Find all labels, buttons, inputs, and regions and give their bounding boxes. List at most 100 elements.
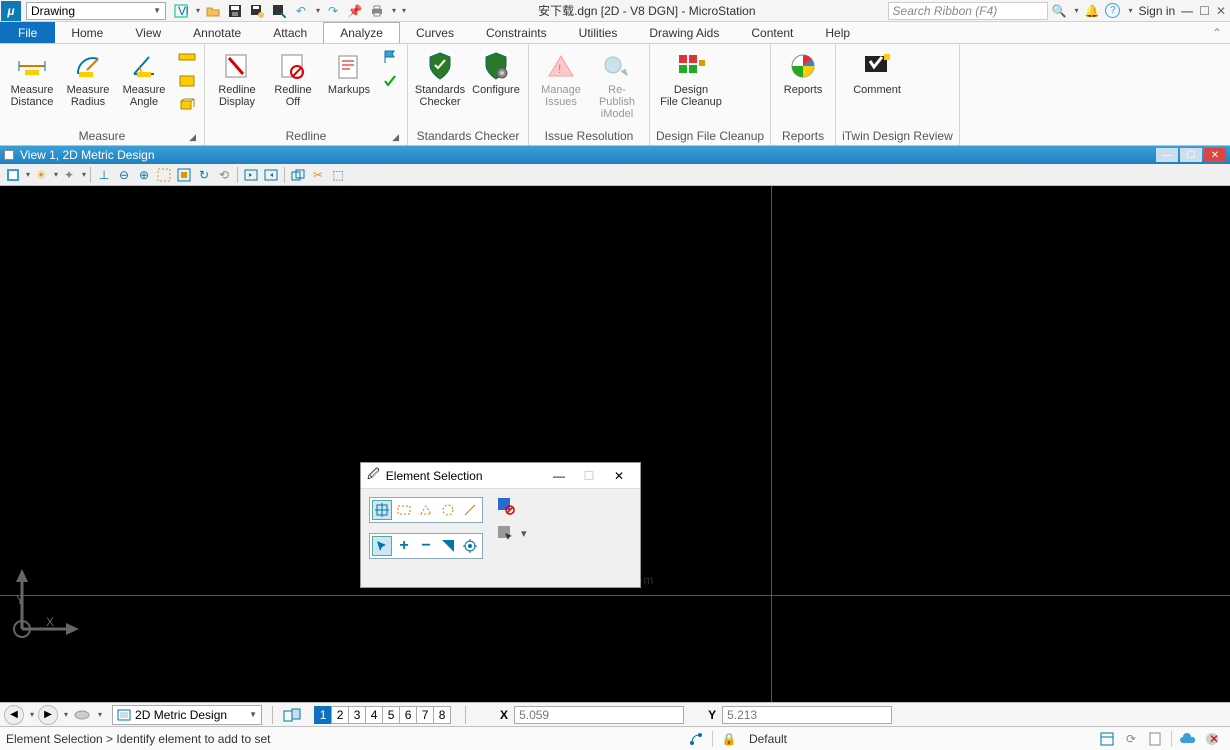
configure-button[interactable]: Configure: [470, 46, 522, 98]
snap-mode-icon[interactable]: [686, 730, 706, 748]
menu-attach[interactable]: Attach: [257, 22, 323, 43]
open-folder-icon[interactable]: [204, 2, 222, 20]
view-5-button[interactable]: 5: [382, 706, 400, 724]
nav-disk-drop[interactable]: ▾: [98, 710, 102, 719]
view-7-button[interactable]: 7: [416, 706, 434, 724]
dialog-maximize-button[interactable]: ☐: [574, 464, 604, 488]
circle-select-icon[interactable]: [438, 500, 458, 520]
menu-view[interactable]: View: [119, 22, 177, 43]
nav-forward-button[interactable]: ▶: [38, 705, 58, 725]
view-attributes-icon[interactable]: [4, 166, 22, 184]
redline-display-button[interactable]: RedlineDisplay: [211, 46, 263, 110]
menu-help[interactable]: Help: [809, 22, 866, 43]
view-4-button[interactable]: 4: [365, 706, 383, 724]
view-2-button[interactable]: 2: [331, 706, 349, 724]
select-all-icon[interactable]: [460, 536, 480, 556]
view-6-button[interactable]: 6: [399, 706, 417, 724]
redline-off-button[interactable]: RedlineOff: [267, 46, 319, 110]
fit-view-icon[interactable]: [175, 166, 193, 184]
menu-home[interactable]: Home: [55, 22, 119, 43]
qat-drop1[interactable]: ▾: [196, 6, 200, 15]
nav-disk-icon[interactable]: [72, 705, 92, 725]
drawing-canvas[interactable]: YX 安下载anxz.com 🖉 Element Selection — ☐ ✕: [0, 186, 1230, 702]
sb-no-connection-icon[interactable]: ✕: [1202, 730, 1222, 748]
block-select-icon[interactable]: [394, 500, 414, 520]
sb-tasks-icon[interactable]: [1097, 730, 1117, 748]
measure-area-icon[interactable]: [176, 70, 198, 92]
save-icon[interactable]: [226, 2, 244, 20]
pin-icon[interactable]: 📌: [346, 2, 364, 20]
dialog-minimize-button[interactable]: —: [544, 464, 574, 488]
arrow-up-icon[interactable]: ⊥: [95, 166, 113, 184]
measure-volume-icon[interactable]: [176, 94, 198, 116]
signin-link[interactable]: Sign in: [1138, 4, 1175, 18]
markups-button[interactable]: Markups: [323, 46, 375, 98]
clip-volume-icon[interactable]: ✂: [309, 166, 327, 184]
help-icon[interactable]: ?: [1105, 3, 1120, 18]
close-button[interactable]: ✕: [1216, 4, 1226, 18]
search-drop[interactable]: ▾: [1074, 6, 1078, 15]
ribbon-collapse-button[interactable]: ⌃: [1204, 22, 1230, 43]
va-drop[interactable]: ▾: [26, 170, 30, 179]
nav-back-button[interactable]: ◀: [4, 705, 24, 725]
pan-icon[interactable]: ⟲: [215, 166, 233, 184]
redo-icon[interactable]: ↷: [324, 2, 342, 20]
sb-cloud-icon[interactable]: [1178, 730, 1198, 748]
disable-handles-icon[interactable]: [497, 497, 527, 515]
measure-radius-button[interactable]: MeasureRadius: [62, 46, 114, 110]
save-settings-icon[interactable]: [248, 2, 266, 20]
measure-launcher[interactable]: ◢: [189, 132, 196, 143]
y-coord-input[interactable]: [722, 706, 892, 724]
bell-icon[interactable]: 🔔: [1085, 4, 1100, 18]
zoom-in-icon[interactable]: ⊕: [135, 166, 153, 184]
redline-launcher[interactable]: ◢: [392, 132, 399, 143]
x-coord-input[interactable]: [514, 706, 684, 724]
qat-grid-icon[interactable]: V8: [172, 2, 190, 20]
select-handles-icon[interactable]: [497, 525, 513, 541]
search-ribbon-input[interactable]: Search Ribbon (F4): [888, 2, 1048, 20]
view-maximize-button[interactable]: ☐: [1180, 148, 1202, 162]
level-name[interactable]: Default: [749, 732, 787, 746]
help-drop[interactable]: ▾: [1128, 6, 1132, 15]
rotate-view-icon[interactable]: ↻: [195, 166, 213, 184]
design-file-cleanup-button[interactable]: DesignFile Cleanup: [656, 46, 726, 110]
window-area-icon[interactable]: [155, 166, 173, 184]
maximize-button[interactable]: ☐: [1199, 4, 1210, 18]
menu-constraints[interactable]: Constraints: [470, 22, 563, 43]
ab-drop[interactable]: ▾: [82, 170, 86, 179]
subtract-selection-icon[interactable]: −: [416, 536, 436, 556]
menu-annotate[interactable]: Annotate: [177, 22, 257, 43]
manage-issues-button[interactable]: !ManageIssues: [535, 46, 587, 110]
minimize-button[interactable]: —: [1181, 4, 1193, 18]
view-previous-icon[interactable]: [242, 166, 260, 184]
nav-fwd-drop[interactable]: ▾: [64, 710, 68, 719]
flag-icon[interactable]: [379, 46, 401, 68]
zoom-out-icon[interactable]: ⊖: [115, 166, 133, 184]
view-close-button[interactable]: ✕: [1204, 148, 1226, 162]
checkmark-icon[interactable]: [379, 70, 401, 92]
measure-length-icon[interactable]: [176, 46, 198, 68]
sb-running-icon[interactable]: ⟳: [1121, 730, 1141, 748]
clip-mask-icon[interactable]: ⬚: [329, 166, 347, 184]
undo-icon[interactable]: ↶: [292, 2, 310, 20]
reports-button[interactable]: Reports: [777, 46, 829, 98]
measure-distance-button[interactable]: MeasureDistance: [6, 46, 58, 110]
views-toggle-icon[interactable]: [283, 706, 301, 724]
view-1-button[interactable]: 1: [314, 706, 332, 724]
view-3-button[interactable]: 3: [348, 706, 366, 724]
workflow-selector[interactable]: Drawing ▼: [26, 2, 166, 20]
print-drop[interactable]: ▾: [392, 6, 396, 15]
locks-icon[interactable]: 🔒: [719, 730, 739, 748]
nav-back-drop[interactable]: ▾: [30, 710, 34, 719]
invert-selection-icon[interactable]: [438, 536, 458, 556]
display-style-icon[interactable]: ☀: [32, 166, 50, 184]
print-icon[interactable]: [368, 2, 386, 20]
undo-drop[interactable]: ▾: [316, 6, 320, 15]
view-next-icon[interactable]: [262, 166, 280, 184]
adjust-brightness-icon[interactable]: ✦: [60, 166, 78, 184]
menu-utilities[interactable]: Utilities: [563, 22, 634, 43]
menu-file[interactable]: File: [0, 22, 55, 43]
individual-select-icon[interactable]: [372, 500, 392, 520]
view-minimize-button[interactable]: —: [1156, 148, 1178, 162]
menu-analyze[interactable]: Analyze: [323, 22, 400, 43]
